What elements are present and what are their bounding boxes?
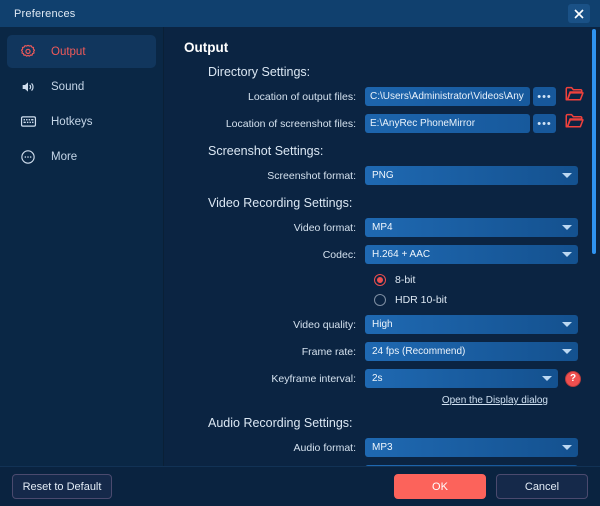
sidebar: Output Sound Hotkeys More xyxy=(0,27,164,466)
close-icon xyxy=(574,8,584,19)
label-video-codec: Codec: xyxy=(322,248,356,261)
folder-icon xyxy=(565,86,584,107)
speaker-icon xyxy=(19,78,37,96)
keyframe-interval-dropdown[interactable]: 2s xyxy=(365,369,558,388)
video-codec-value: H.264 + AAC xyxy=(372,249,431,260)
page-title: Output xyxy=(184,40,229,55)
radio-hdr10bit-icon xyxy=(374,294,386,306)
video-format-dropdown[interactable]: MP4 xyxy=(365,218,578,237)
sidebar-item-label: Sound xyxy=(51,80,85,93)
sidebar-item-label: Hotkeys xyxy=(51,115,93,128)
section-heading-video: Video Recording Settings: xyxy=(208,196,353,210)
output-location-input[interactable]: C:\Users\Administrator\Videos\Any xyxy=(365,87,530,106)
settings-content: Output Directory Settings: Location of o… xyxy=(164,40,600,466)
screenshot-format-value: PNG xyxy=(372,170,394,181)
frame-rate-dropdown[interactable]: 24 fps (Recommend) xyxy=(365,342,578,361)
row-video-quality: Video quality: High xyxy=(176,314,578,335)
chevron-down-icon xyxy=(562,173,572,178)
keyframe-interval-value: 2s xyxy=(372,373,383,384)
sidebar-item-hotkeys[interactable]: Hotkeys xyxy=(7,105,156,138)
chevron-down-icon xyxy=(562,322,572,327)
radio-option-8bit[interactable]: 8-bit xyxy=(374,271,578,289)
audio-codec-dropdown[interactable]: MP3 xyxy=(365,465,578,466)
preferences-dialog: Preferences Output Sound Hotkeys More Ou… xyxy=(0,0,600,506)
chevron-down-icon xyxy=(562,445,572,450)
folder-icon xyxy=(565,113,584,134)
close-button[interactable] xyxy=(568,4,590,23)
section-heading-directory: Directory Settings: xyxy=(208,65,311,79)
row-keyframe-interval: Keyframe interval: 2s ? xyxy=(176,368,581,389)
window-title: Preferences xyxy=(14,7,76,20)
video-format-value: MP4 xyxy=(372,222,393,233)
video-quality-value: High xyxy=(372,319,393,330)
label-audio-format: Audio format: xyxy=(293,441,356,454)
section-heading-audio: Audio Recording Settings: xyxy=(208,416,353,430)
radio-hdr10bit-label: HDR 10-bit xyxy=(395,294,447,306)
open-output-folder-button[interactable] xyxy=(563,86,585,107)
frame-rate-value: 24 fps (Recommend) xyxy=(372,346,466,357)
row-frame-rate: Frame rate: 24 fps (Recommend) xyxy=(176,341,578,362)
section-heading-screenshot: Screenshot Settings: xyxy=(208,144,324,158)
cancel-button[interactable]: Cancel xyxy=(496,474,588,499)
browse-output-button[interactable]: ••• xyxy=(533,87,556,106)
radio-8bit-icon xyxy=(374,274,386,286)
display-dialog-link-row: Open the Display dialog xyxy=(176,395,578,406)
screenshot-format-dropdown[interactable]: PNG xyxy=(365,166,578,185)
reset-to-default-button[interactable]: Reset to Default xyxy=(12,474,112,499)
row-audio-format: Audio format: MP3 xyxy=(176,437,578,458)
row-output-location: Location of output files: C:\Users\Admin… xyxy=(176,86,584,107)
chevron-down-icon xyxy=(542,376,552,381)
open-display-dialog-link[interactable]: Open the Display dialog xyxy=(442,395,548,406)
title-bar: Preferences xyxy=(0,0,600,27)
row-video-codec: Codec: H.264 + AAC xyxy=(176,244,578,265)
output-location-value: C:\Users\Administrator\Videos\Any xyxy=(370,91,524,102)
label-screenshot-format: Screenshot format: xyxy=(267,169,356,182)
chevron-down-icon xyxy=(562,349,572,354)
chevron-down-icon xyxy=(562,252,572,257)
browse-screenshot-button[interactable]: ••• xyxy=(533,114,556,133)
sidebar-item-more[interactable]: More xyxy=(7,140,156,173)
video-quality-dropdown[interactable]: High xyxy=(365,315,578,334)
sidebar-item-label: Output xyxy=(51,45,86,58)
sidebar-item-label: More xyxy=(51,150,78,163)
screenshot-location-input[interactable]: E:\AnyRec PhoneMirror xyxy=(365,114,530,133)
label-screenshot-location: Location of screenshot files: xyxy=(225,117,356,130)
more-icon xyxy=(19,148,37,166)
label-frame-rate: Frame rate: xyxy=(301,345,356,358)
audio-format-value: MP3 xyxy=(372,442,393,453)
video-codec-dropdown[interactable]: H.264 + AAC xyxy=(365,245,578,264)
row-audio-codec: Codec: MP3 xyxy=(176,464,578,466)
dialog-footer: Reset to Default OK Cancel xyxy=(0,466,600,506)
keyboard-icon xyxy=(19,113,37,131)
settings-panel: Output Directory Settings: Location of o… xyxy=(164,27,600,466)
vertical-scrollbar[interactable] xyxy=(591,27,598,466)
radio-8bit-label: 8-bit xyxy=(395,274,416,286)
row-video-format: Video format: MP4 xyxy=(176,217,578,238)
label-video-quality: Video quality: xyxy=(293,318,356,331)
help-icon[interactable]: ? xyxy=(565,370,581,387)
label-video-format: Video format: xyxy=(293,221,356,234)
ok-button[interactable]: OK xyxy=(394,474,486,499)
sidebar-item-sound[interactable]: Sound xyxy=(7,70,156,103)
gear-icon xyxy=(19,43,37,61)
sidebar-item-output[interactable]: Output xyxy=(7,35,156,68)
label-keyframe-interval: Keyframe interval: xyxy=(271,372,356,385)
audio-format-dropdown[interactable]: MP3 xyxy=(365,438,578,457)
screenshot-location-value: E:\AnyRec PhoneMirror xyxy=(370,118,476,129)
chevron-down-icon xyxy=(562,225,572,230)
row-screenshot-format: Screenshot format: PNG xyxy=(176,165,578,186)
dialog-body: Output Sound Hotkeys More Output Directo… xyxy=(0,27,600,466)
scrollbar-thumb[interactable] xyxy=(592,29,596,254)
row-screenshot-location: Location of screenshot files: E:\AnyRec … xyxy=(176,113,584,134)
radio-option-hdr10bit[interactable]: HDR 10-bit xyxy=(374,291,578,309)
label-output-location: Location of output files: xyxy=(248,90,356,103)
open-screenshot-folder-button[interactable] xyxy=(563,113,585,134)
